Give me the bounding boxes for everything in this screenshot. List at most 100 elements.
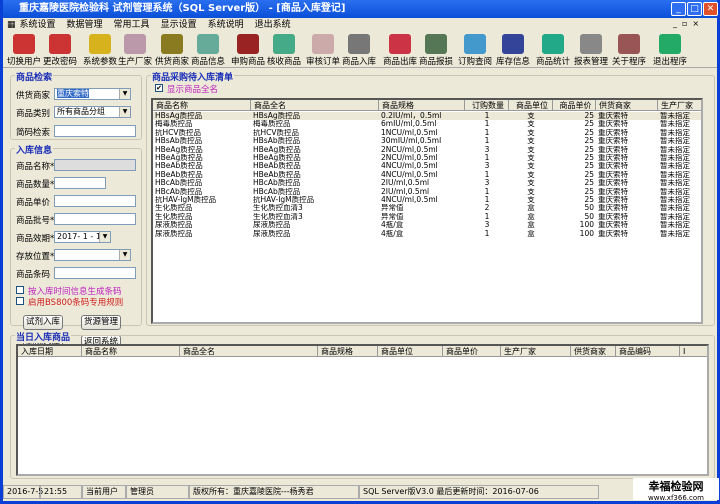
column-header[interactable]: 商品编码 — [616, 346, 680, 357]
table-row[interactable]: 尿液质控品 尿液质控品 4瓶/盒 3 盒 100 重庆索特 暂未指定 — [153, 221, 701, 229]
toolbar-button-10[interactable]: 商品出库 — [381, 34, 419, 67]
column-header[interactable]: 生产厂家 — [658, 100, 701, 111]
toolbar-button-4[interactable]: 供货商家 — [153, 34, 191, 67]
column-header[interactable]: 商品名称 — [153, 100, 251, 111]
toolbar-button-1[interactable]: 更改密码 — [41, 34, 79, 67]
toolbar-label: 供货商家 — [154, 57, 189, 67]
column-header[interactable]: 商品单位 — [509, 100, 553, 111]
toolbar-button-16[interactable]: 关于程序 — [610, 34, 648, 67]
pending-legend: 商品采购待入库清单 — [151, 70, 235, 83]
toolbar-button-12[interactable]: 订购查阅 — [456, 34, 494, 67]
toolbar-button-13[interactable]: 库存信息 — [494, 34, 532, 67]
menu-item-1[interactable]: 数据管理 — [67, 20, 103, 30]
menu-item-2[interactable]: 常用工具 — [114, 20, 150, 30]
toolbar-button-7[interactable]: 核收商品 — [265, 34, 303, 67]
menu-item-5[interactable]: 退出系统 — [255, 20, 291, 30]
toolbar-icon-12 — [464, 34, 486, 54]
table-cell: 6mIU/ml,0.5ml — [381, 120, 437, 129]
toolbar-button-14[interactable]: 商品统计 — [534, 34, 572, 67]
today-list[interactable]: 入库日期 商品名称 商品全名 商品规格 商品单位 商品单价 生产厂家 供货商家 商品编码 I — [16, 344, 709, 476]
menu-item-0[interactable]: 系统设置 — [20, 20, 56, 30]
dropdown-arrow-icon[interactable]: ▼ — [99, 232, 110, 242]
toolbar-button-17[interactable]: 退出程序 — [651, 34, 689, 67]
entry-field-1[interactable] — [54, 177, 106, 189]
toolbar-button-0[interactable]: 切换用户 — [5, 34, 43, 67]
check2-checkbox[interactable] — [16, 297, 24, 305]
table-row[interactable]: HBeAg质控品 HBeAg质控品 2NCU/ml,0.5ml 3 支 25 重庆索特 暂未指… — [153, 146, 701, 154]
table-row[interactable]: HBcAb质控品 HBcAb质控品 2IU/ml,0.5ml 1 支 25 重庆索特 暂未指定 — [153, 188, 701, 196]
entry-field-2[interactable] — [54, 195, 136, 207]
column-header[interactable]: 商品单价 — [443, 346, 501, 357]
table-cell: HBeAb质控品 — [155, 162, 203, 171]
column-header[interactable]: 商品全名 — [180, 346, 318, 357]
supplier-select[interactable]: 重庆索特 ▼ — [54, 88, 131, 100]
column-header[interactable]: I — [680, 346, 707, 357]
table-cell: 暂未指定 — [660, 162, 690, 171]
column-header[interactable]: 生产厂家 — [501, 346, 571, 357]
table-row[interactable]: 生化质控品 生化质控血清3 异常值 1 盒 50 重庆索特 暂未指定 — [153, 213, 701, 221]
show-full-name-checkbox[interactable]: ✔ — [155, 84, 163, 92]
column-header[interactable]: 商品规格 — [379, 100, 465, 111]
code-label: 简码检索 — [16, 128, 51, 138]
menu-item-4[interactable]: 系统说明 — [208, 20, 244, 30]
entry-field-3[interactable] — [54, 213, 136, 225]
table-row[interactable]: 尿液质控品 尿液质控品 4瓶/盒 1 盒 100 重庆索特 暂未指定 — [153, 230, 701, 238]
table-cell: 重庆索特 — [598, 229, 628, 238]
entry-button-1[interactable]: 货源管理 — [81, 315, 121, 330]
code-input[interactable] — [54, 125, 136, 137]
toolbar-button-8[interactable]: 审核订单 — [304, 34, 342, 67]
minimize-button[interactable]: _ — [671, 2, 686, 16]
toolbar-label: 库存信息 — [495, 57, 530, 67]
table-row[interactable]: HBsAg质控品 HBsAg质控品 0.2IU/ml，0.5ml 1 支 25 重庆索特 暂未… — [153, 112, 701, 121]
maximize-button[interactable]: □ — [687, 2, 702, 16]
window-title: 重庆嘉陵医院检验科 试剂管理系统（SQL Server版） - [商品入库登记] — [19, 3, 346, 14]
pending-list[interactable]: 商品名称 商品全名 商品规格 订购数量 商品单位 商品单价 供货商家 生产厂家 HBsAg质控品… — [151, 98, 703, 324]
entry-field-0[interactable] — [54, 159, 136, 171]
toolbar-button-3[interactable]: 生产厂家 — [116, 34, 154, 67]
column-header[interactable]: 商品名称 — [82, 346, 180, 357]
column-header[interactable]: 商品单价 — [553, 100, 596, 111]
close-button[interactable]: ✕ — [703, 2, 718, 16]
mdi-controls[interactable]: _▫× — [673, 19, 704, 28]
table-row[interactable]: HBeAg质控品 HBeAg质控品 2NCU/ml,0.5ml 1 支 25 重庆索特 暂未指… — [153, 154, 701, 162]
menu-item-3[interactable]: 显示设置 — [161, 20, 197, 30]
entry-label-1: 商品数量* — [16, 180, 55, 190]
table-cell: 重庆索特 — [598, 162, 628, 171]
column-header[interactable]: 供货商家 — [571, 346, 616, 357]
entry-field-5[interactable]: ▼ — [54, 249, 131, 261]
dropdown-arrow-icon[interactable]: ▼ — [119, 250, 130, 260]
table-row[interactable]: HBeAb质控品 HBeAb质控品 4NCU/ml,0.5ml 3 支 25 重庆索特 暂未指… — [153, 162, 701, 170]
table-cell: 重庆索特 — [598, 212, 628, 221]
table-row[interactable]: HBeAb质控品 HBeAb质控品 4NCU/ml,0.5ml 1 支 25 重庆索特 暂未指… — [153, 171, 701, 179]
entry-button-0[interactable]: 试剂入库 — [23, 315, 63, 330]
column-header[interactable]: 供货商家 — [596, 100, 658, 111]
check1-checkbox[interactable] — [16, 286, 24, 294]
table-row[interactable]: 抗HAV-IgM质控品 抗HAV-IgM质控品 4NCU/ml,0.5ml 1 支 25 重… — [153, 196, 701, 204]
table-cell: 25 — [584, 187, 594, 196]
table-row[interactable]: HBcAb质控品 HBcAb质控品 2IU/ml,0.5ml 3 支 25 重庆索特 暂未指定 — [153, 179, 701, 187]
category-select[interactable]: 所有商品分组 ▼ — [54, 106, 131, 118]
app-icon: ▦ — [7, 20, 16, 30]
column-header[interactable]: 商品规格 — [318, 346, 378, 357]
toolbar-icon-7 — [273, 34, 295, 54]
column-header[interactable]: 订购数量 — [465, 100, 509, 111]
toolbar-button-9[interactable]: 商品入库 — [340, 34, 378, 67]
table-cell: 重庆索特 — [598, 145, 628, 154]
entry-field-6[interactable] — [54, 267, 136, 279]
column-header[interactable]: 入库日期 — [18, 346, 82, 357]
column-header[interactable]: 商品单位 — [378, 346, 443, 357]
toolbar-button-2[interactable]: 系统参数 — [81, 34, 119, 67]
column-header[interactable]: 商品全名 — [251, 100, 379, 111]
entry-field-4[interactable]: 2017- 1 - 1 ▼ — [54, 231, 111, 243]
table-cell: 3 — [484, 179, 490, 188]
toolbar-icon-3 — [124, 34, 146, 54]
table-row[interactable]: 梅毒质控品 梅毒质控品 6mIU/ml,0.5ml 1 支 25 重庆索特 暂未指定 — [153, 120, 701, 128]
toolbar-button-11[interactable]: 商品报损 — [417, 34, 455, 67]
table-row[interactable]: 生化质控品 生化质控血清3 异常值 2 盒 50 重庆索特 暂未指定 — [153, 204, 701, 212]
table-row[interactable]: 抗HCV质控品 抗HCV质控品 1NCU/ml,0.5ml 1 支 25 重庆索特 暂未指定 — [153, 129, 701, 137]
toolbar-button-5[interactable]: 商品信息 — [189, 34, 227, 67]
table-row[interactable]: HBsAb质控品 HBsAb质控品 30mIU/ml,0.5ml 1 支 25 重庆索特 暂未… — [153, 137, 701, 145]
toolbar-button-6[interactable]: 申购商品 — [229, 34, 267, 67]
toolbar-button-15[interactable]: 报表管理 — [572, 34, 610, 67]
watermark-logo: 幸福检验网 www.xf366.com — [633, 478, 719, 502]
